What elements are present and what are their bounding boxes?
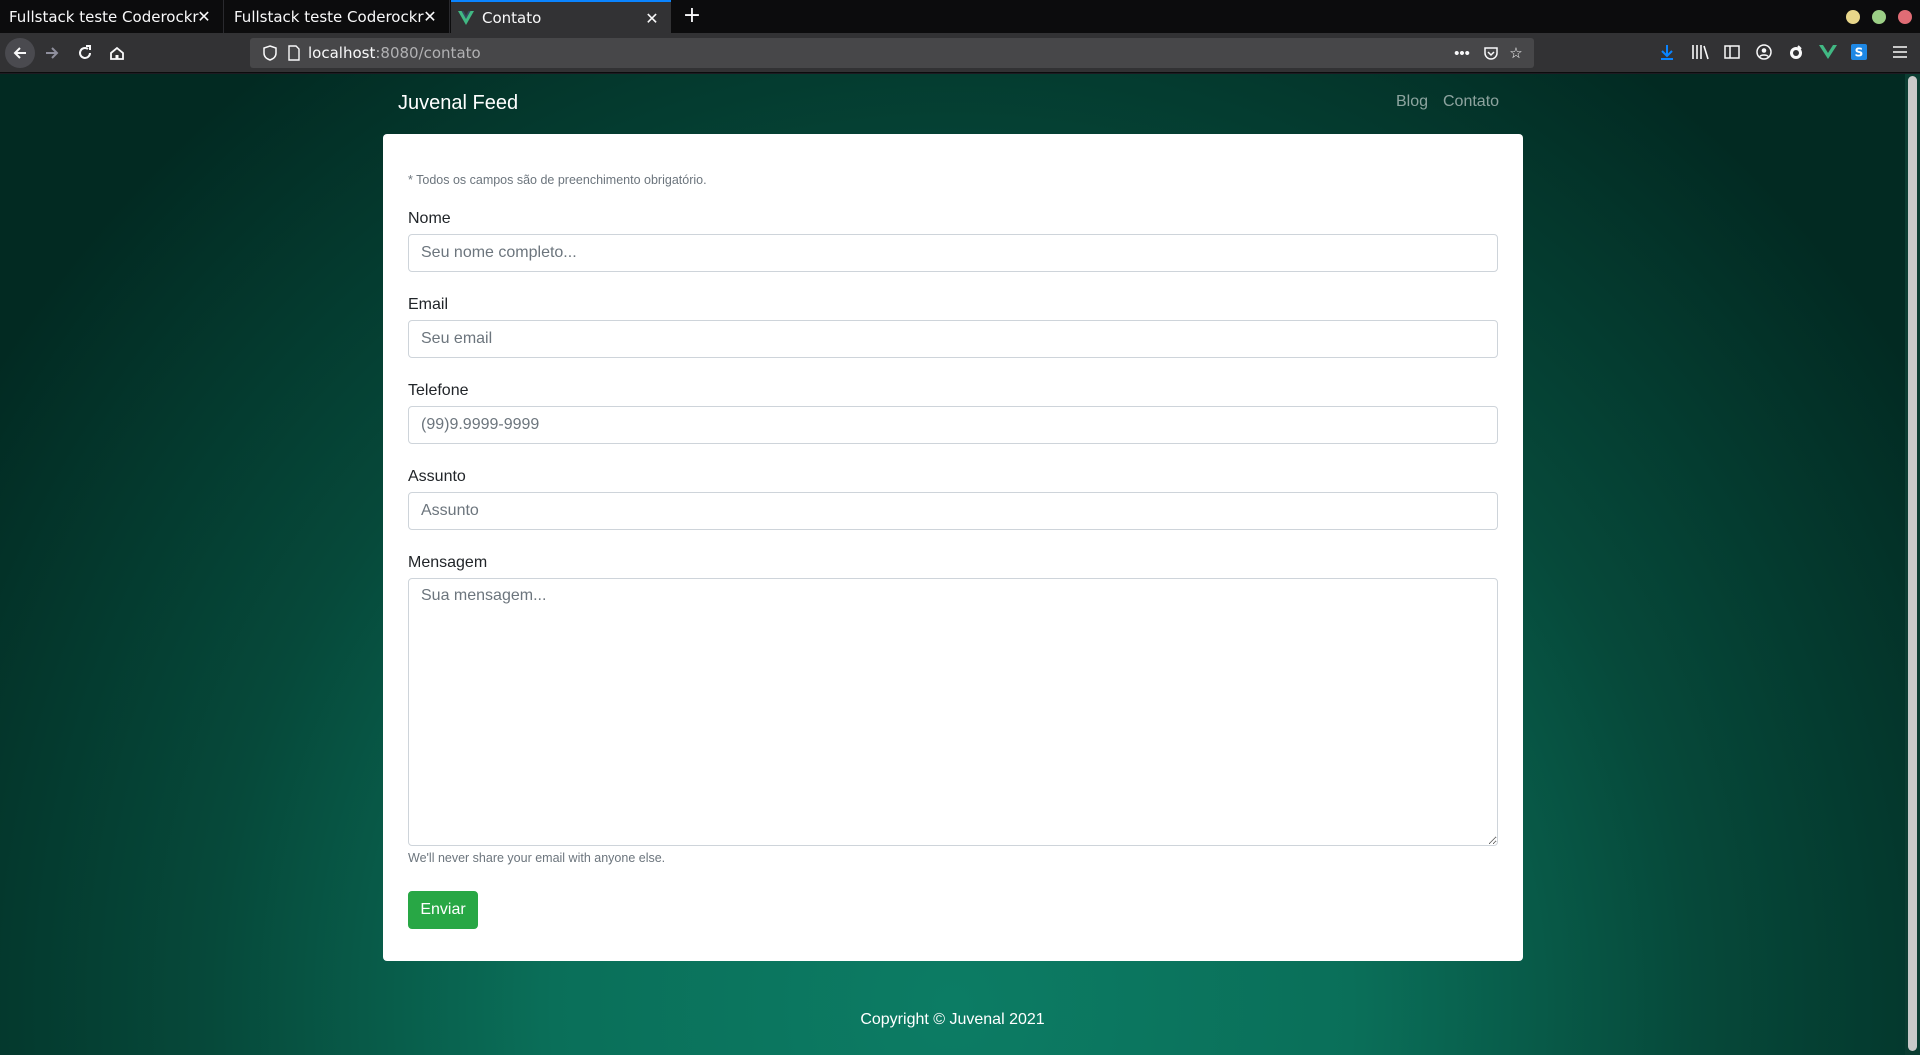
- phone-label: Telefone: [408, 382, 469, 399]
- url-path: :8080/contato: [375, 44, 481, 62]
- nav-link-blog[interactable]: Blog: [1396, 93, 1428, 111]
- svg-text:S: S: [1855, 46, 1864, 60]
- scrollbar-thumb[interactable]: [1908, 76, 1917, 1051]
- browser-toolbar: localhost:8080/contato ••• ☆ S: [0, 33, 1920, 73]
- more-actions-icon[interactable]: •••: [1452, 43, 1472, 63]
- close-icon[interactable]: ✕: [643, 9, 661, 28]
- message-label: Mensagem: [408, 554, 488, 571]
- tab-fullstack-2[interactable]: Fullstack teste Coderockr ✕: [225, 0, 450, 33]
- footer-copyright: Copyright © Juvenal 2021: [860, 1011, 1045, 1028]
- menu-hamburger-icon[interactable]: [1890, 42, 1910, 62]
- maximize-icon[interactable]: [1872, 10, 1886, 24]
- tab-title: Fullstack teste Coderockr: [9, 7, 199, 26]
- close-window-icon[interactable]: [1898, 10, 1912, 24]
- home-icon[interactable]: [102, 38, 132, 68]
- nav-link-contato[interactable]: Contato: [1443, 93, 1499, 111]
- send-button[interactable]: Enviar: [408, 891, 478, 929]
- tab-title: Fullstack teste Coderockr: [234, 7, 424, 26]
- forward-arrow-icon[interactable]: [37, 38, 67, 68]
- tab-title: Contato: [482, 8, 542, 27]
- close-icon[interactable]: ✕: [195, 7, 213, 26]
- close-icon[interactable]: ✕: [421, 7, 439, 26]
- url-host: localhost: [308, 44, 376, 62]
- shield-icon[interactable]: [260, 43, 280, 63]
- phone-input[interactable]: [408, 406, 1498, 444]
- vue-favicon-icon: [458, 10, 474, 25]
- email-label: Email: [408, 296, 449, 313]
- subject-label: Assunto: [408, 468, 466, 485]
- new-tab-icon[interactable]: +: [680, 4, 704, 28]
- bookmark-star-icon[interactable]: ☆: [1506, 43, 1526, 63]
- account-icon[interactable]: [1754, 42, 1774, 62]
- site-navbar: Juvenal Feed Blog Contato: [383, 74, 1523, 134]
- url-bar[interactable]: localhost:8080/contato ••• ☆: [250, 38, 1534, 68]
- back-arrow-icon[interactable]: [5, 38, 35, 68]
- subject-input[interactable]: [408, 492, 1498, 530]
- url-text[interactable]: localhost:8080/contato: [308, 44, 481, 62]
- s-extension-icon[interactable]: S: [1849, 42, 1869, 62]
- tab-fullstack-1[interactable]: Fullstack teste Coderockr ✕: [0, 0, 224, 33]
- page-info-icon[interactable]: [284, 43, 304, 63]
- page-scrollbar[interactable]: [1905, 74, 1920, 1055]
- contact-form-card: * Todos os campos são de preenchimento o…: [383, 134, 1523, 961]
- required-fields-note: * Todos os campos são de preenchimento o…: [408, 173, 707, 187]
- page-viewport: Juvenal Feed Blog Contato * Todos os cam…: [0, 74, 1905, 1055]
- brand-logo[interactable]: Juvenal Feed: [398, 92, 518, 115]
- minimize-icon[interactable]: [1846, 10, 1860, 24]
- email-help-text: We'll never share your email with anyone…: [408, 851, 666, 865]
- name-input[interactable]: [408, 234, 1498, 272]
- vue-devtools-icon[interactable]: [1818, 42, 1838, 62]
- tab-contato[interactable]: Contato ✕: [451, 0, 671, 33]
- reload-icon[interactable]: [70, 38, 100, 68]
- pocket-icon[interactable]: [1481, 43, 1501, 63]
- email-input[interactable]: [408, 320, 1498, 358]
- extension-icon[interactable]: [1786, 42, 1806, 62]
- name-label: Nome: [408, 210, 451, 227]
- sidebar-icon[interactable]: [1722, 42, 1742, 62]
- message-textarea[interactable]: [408, 578, 1498, 846]
- library-icon[interactable]: [1690, 42, 1710, 62]
- tab-bar: Fullstack teste Coderockr ✕ Fullstack te…: [0, 0, 1920, 33]
- download-icon[interactable]: [1657, 42, 1677, 62]
